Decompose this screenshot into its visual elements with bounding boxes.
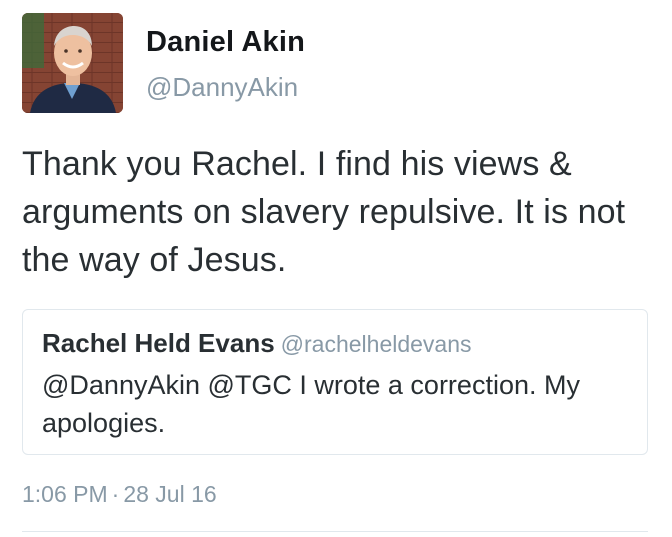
quoted-author-name: Rachel Held Evans [42,328,275,358]
profile-photo-icon [22,13,123,113]
meta-separator: · [111,481,120,507]
divider [22,531,648,532]
tweet-time: 1:06 PM [22,481,108,507]
author-handle[interactable]: @DannyAkin [146,72,298,103]
author-name[interactable]: Daniel Akin [146,26,305,59]
tweet-date: 28 Jul 16 [123,481,217,507]
quoted-tweet-text: @DannyAkin @TGC I wrote a correction. My… [42,370,580,438]
tweet-timestamp[interactable]: 1:06 PM · 28 Jul 16 [22,481,217,508]
tweet-card: Daniel Akin @DannyAkin Thank you Rachel.… [0,0,672,537]
quoted-tweet[interactable]: Rachel Held Evans @rachelheldevans @Danny… [22,309,648,455]
tweet-text: Thank you Rachel. I find his views & arg… [22,145,626,279]
quoted-tweet-header: Rachel Held Evans @rachelheldevans [42,328,472,359]
quoted-author-handle: @rachelheldevans [280,331,472,357]
author-avatar[interactable] [22,13,123,113]
